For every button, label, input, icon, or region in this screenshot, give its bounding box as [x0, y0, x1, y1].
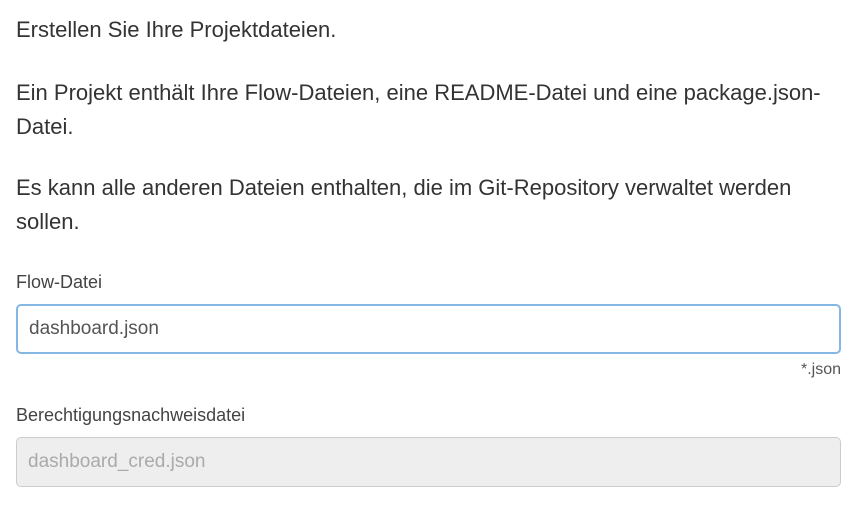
credentials-file-input	[16, 437, 841, 487]
flow-file-extension-hint: *.json	[800, 361, 841, 378]
flow-file-label: Flow-Datei	[16, 272, 103, 292]
credentials-file-label: Berechtigungsnachweisdatei	[16, 405, 246, 425]
section-title: Erstellen Sie Ihre Projektdateien.	[16, 17, 337, 42]
flow-file-input[interactable]	[16, 304, 841, 354]
description-paragraph-2: Es kann alle anderen Dateien enthalten, …	[16, 175, 792, 234]
description-paragraph-1: Ein Projekt enthält Ihre Flow-Dateien, e…	[16, 80, 821, 139]
project-files-form: Erstellen Sie Ihre Projektdateien. Ein P…	[16, 14, 841, 487]
